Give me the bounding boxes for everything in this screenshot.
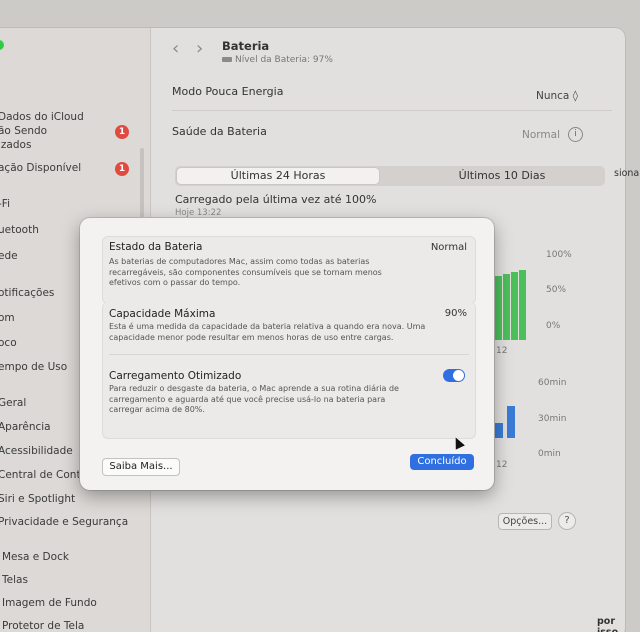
background-text-fragment: por isso. bbox=[597, 616, 622, 632]
divider bbox=[109, 354, 469, 355]
notification-badge: 1 bbox=[115, 162, 129, 176]
help-button[interactable]: ? bbox=[558, 512, 576, 530]
battery-status-desc: As baterias de computadores Mac, assim c… bbox=[109, 257, 382, 287]
max-capacity-title: Capacidade Máxima bbox=[109, 308, 216, 320]
usage-bar bbox=[507, 406, 515, 438]
time-range-segmented: Últimas 24 Horas Últimos 10 Dias bbox=[175, 166, 605, 186]
battery-health-dialog: Estado da Bateria Normal As baterias de … bbox=[80, 218, 494, 490]
battery-health-label: Saúde da Bateria bbox=[172, 125, 267, 138]
max-capacity-value: 90% bbox=[444, 308, 467, 319]
optimized-charging-title: Carregamento Otimizado bbox=[109, 370, 242, 382]
level-tick-0: 0% bbox=[546, 321, 561, 331]
x-tick-12: 12 bbox=[496, 346, 508, 356]
battery-details-card: Capacidade Máxima 90% Esta é uma medida … bbox=[102, 302, 476, 439]
sidebar-item-sound[interactable]: om bbox=[0, 312, 15, 324]
toggle-knob bbox=[453, 370, 464, 381]
sidebar-item-update[interactable]: ação Disponível bbox=[0, 162, 81, 174]
battery-status-title: Estado da Bateria bbox=[109, 241, 203, 253]
window-zoom-button[interactable] bbox=[0, 40, 4, 50]
sidebar-item-appearance[interactable]: Aparência bbox=[0, 421, 51, 433]
sidebar-item-notifications[interactable]: otificações bbox=[0, 287, 54, 299]
back-button[interactable]: ‹ bbox=[172, 38, 179, 59]
x-tick-12: 12 bbox=[496, 460, 508, 470]
battery-level-chart bbox=[485, 250, 545, 340]
battery-status-card: Estado da Bateria Normal As baterias de … bbox=[102, 236, 476, 304]
done-button[interactable]: Concluído bbox=[410, 454, 474, 470]
max-capacity-desc: Esta é uma medida da capacidade da bater… bbox=[109, 322, 426, 342]
sidebar-item-network[interactable]: ede bbox=[0, 250, 18, 262]
sidebar-item-wallpaper[interactable]: Imagem de Fundo bbox=[2, 597, 97, 609]
sidebar-item-control-center[interactable]: Central de Contro bbox=[0, 469, 91, 481]
optimized-charging-desc: Para reduzir o desgaste da bateria, o Ma… bbox=[109, 384, 399, 414]
sidebar-item-icloud-line2: ão Sendo bbox=[0, 125, 48, 137]
sidebar-item-accessibility[interactable]: Acessibilidade bbox=[0, 445, 73, 457]
sidebar-item-screen-time[interactable]: empo de Uso bbox=[0, 361, 67, 373]
screen: Dados do iCloud ão Sendo izados 1 ação D… bbox=[0, 0, 640, 632]
notification-badge: 1 bbox=[115, 125, 129, 139]
sidebar-item-wifi[interactable]: -Fi bbox=[0, 198, 10, 210]
usage-tick-0: 0min bbox=[538, 449, 561, 459]
page-title: Bateria bbox=[222, 39, 270, 53]
low-power-select[interactable]: Nunca ◊ bbox=[536, 90, 578, 102]
sidebar-item-icloud-line3: izados bbox=[0, 139, 32, 151]
usage-tick-60: 60min bbox=[538, 378, 567, 388]
level-bar bbox=[503, 274, 510, 340]
tab-last-24-hours[interactable]: Últimas 24 Horas bbox=[177, 168, 379, 184]
last-charged-time: Hoje 13:22 bbox=[175, 208, 222, 218]
level-bar bbox=[519, 270, 526, 340]
info-icon[interactable]: i bbox=[568, 127, 583, 142]
sidebar-item-bluetooth[interactable]: uetooth bbox=[0, 224, 39, 236]
sidebar-item-focus[interactable]: oco bbox=[0, 337, 17, 349]
learn-more-button[interactable]: Saiba Mais... bbox=[102, 458, 180, 476]
tab-last-10-days[interactable]: Últimos 10 Dias bbox=[401, 168, 603, 184]
last-charged-text: Carregado pela última vez até 100% bbox=[175, 193, 377, 206]
sidebar-item-icloud[interactable]: Dados do iCloud bbox=[0, 111, 84, 123]
battery-icon bbox=[222, 57, 232, 62]
low-power-label: Modo Pouca Energia bbox=[172, 85, 284, 98]
battery-level-status: Nível da Bateria: 97% bbox=[222, 55, 333, 65]
battery-health-value: Normal bbox=[522, 129, 560, 141]
level-bar bbox=[511, 272, 518, 340]
background-text-fragment: siona bbox=[614, 168, 640, 179]
level-bar bbox=[495, 276, 502, 340]
sidebar-item-displays[interactable]: Telas bbox=[2, 574, 28, 586]
sidebar-item-siri[interactable]: Siri e Spotlight bbox=[0, 493, 75, 505]
sidebar-item-desktop-dock[interactable]: Mesa e Dock bbox=[2, 551, 69, 563]
sidebar-item-general[interactable]: Geral bbox=[0, 397, 26, 409]
divider bbox=[172, 110, 612, 111]
usage-tick-30: 30min bbox=[538, 414, 567, 424]
usage-bar bbox=[495, 423, 503, 438]
options-button[interactable]: Opções... bbox=[498, 513, 552, 530]
optimized-charging-toggle[interactable] bbox=[443, 369, 465, 382]
sidebar-item-privacy[interactable]: Privacidade e Segurança bbox=[0, 516, 128, 528]
battery-status-value: Normal bbox=[430, 242, 467, 253]
level-tick-50: 50% bbox=[546, 285, 567, 295]
forward-button[interactable]: › bbox=[196, 38, 203, 59]
sidebar-item-screensaver[interactable]: Protetor de Tela bbox=[2, 620, 84, 632]
level-tick-100: 100% bbox=[546, 250, 572, 260]
